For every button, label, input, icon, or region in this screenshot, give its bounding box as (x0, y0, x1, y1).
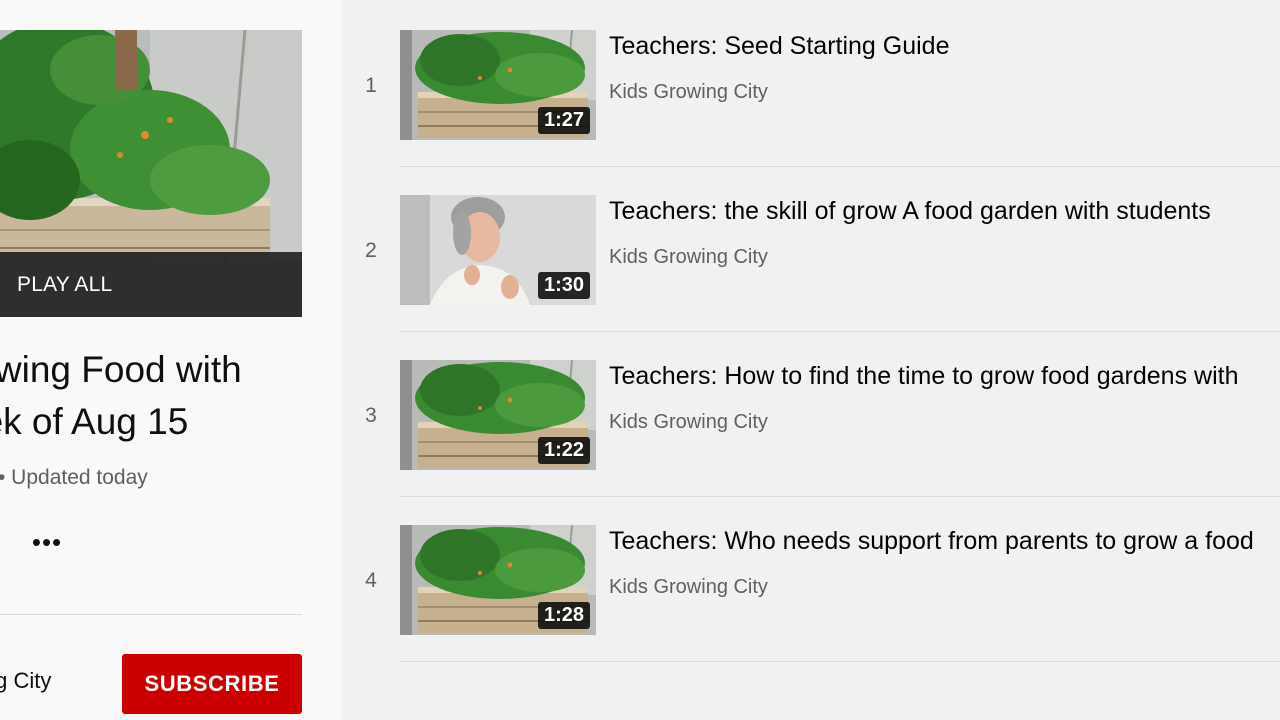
video-index: 4 (365, 569, 377, 592)
video-title[interactable]: Teachers: the skill of grow A food garde… (609, 197, 1211, 226)
play-all-bar[interactable]: PLAY ALL (0, 252, 302, 317)
playlist-video-row[interactable]: 3 1:22 Teachers: How to find the time to… (341, 330, 1280, 497)
video-thumbnail[interactable]: 1:28 (400, 525, 596, 635)
video-channel-name[interactable]: Kids Growing City (609, 246, 768, 269)
video-index: 2 (365, 239, 377, 262)
playlist-title-line2: eek of Aug 15 (0, 401, 189, 442)
more-horizontal-icon: ••• (31, 527, 63, 557)
video-index: 3 (365, 404, 377, 427)
sidebar-divider (0, 614, 302, 615)
video-title[interactable]: Teachers: How to find the time to grow f… (609, 362, 1239, 391)
playlist-updated-text: • Updated today (0, 466, 148, 489)
more-actions-button[interactable]: ••• (26, 524, 68, 560)
playlist-video-list: 1 1:27 Teachers: Seed Starting Guide Kid… (341, 0, 1280, 720)
row-divider (400, 661, 1280, 662)
video-thumbnail[interactable]: 1:27 (400, 30, 596, 140)
playlist-video-row[interactable]: 1 1:27 Teachers: Seed Starting Guide Kid… (341, 0, 1280, 167)
playlist-video-row[interactable]: 2 1:30 Teachers: the skill of grow A foo… (341, 165, 1280, 332)
video-title[interactable]: Teachers: Seed Starting Guide (609, 32, 949, 61)
playlist-title-line1: rowing Food with (0, 349, 242, 390)
video-duration-badge: 1:22 (537, 437, 590, 464)
playlist-sidebar: PLAY ALL rowing Food with eek of Aug 15 … (0, 0, 341, 720)
video-index: 1 (365, 74, 377, 97)
video-channel-name[interactable]: Kids Growing City (609, 576, 768, 599)
video-thumbnail[interactable]: 1:22 (400, 360, 596, 470)
subscribe-button[interactable]: SUBSCRIBE (122, 654, 302, 714)
playlist-title: rowing Food with eek of Aug 15 (0, 344, 341, 448)
playlist-thumbnail[interactable]: PLAY ALL (0, 30, 302, 317)
video-duration-badge: 1:27 (537, 107, 590, 134)
video-title[interactable]: Teachers: Who needs support from parents… (609, 527, 1254, 556)
playlist-video-row[interactable]: 4 1:28 Teachers: Who needs support from … (341, 495, 1280, 662)
subscribe-label: SUBSCRIBE (144, 671, 280, 696)
playlist-owner-name[interactable]: ing City (0, 668, 51, 694)
video-thumbnail[interactable]: 1:30 (400, 195, 596, 305)
video-duration-badge: 1:30 (537, 272, 590, 299)
play-all-label: PLAY ALL (17, 272, 113, 296)
video-channel-name[interactable]: Kids Growing City (609, 411, 768, 434)
video-channel-name[interactable]: Kids Growing City (609, 81, 768, 104)
video-duration-badge: 1:28 (537, 602, 590, 629)
